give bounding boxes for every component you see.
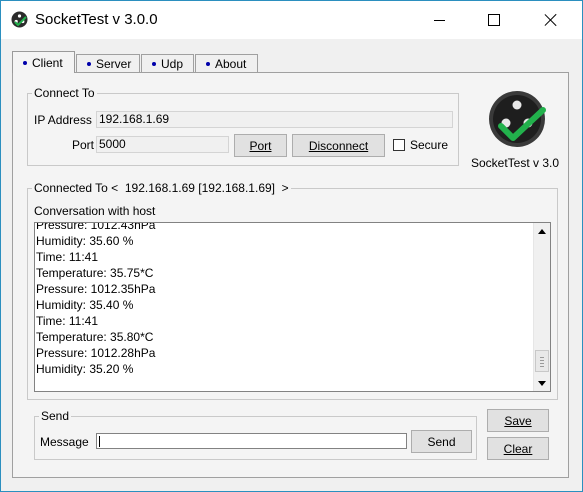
- clear-button-label: Clear: [503, 441, 533, 456]
- conversation-label: Conversation with host: [34, 204, 156, 218]
- conversation-line: Pressure: 1012.43hPa: [36, 222, 156, 232]
- app-icon: [11, 11, 28, 28]
- minimize-button[interactable]: [416, 1, 462, 39]
- send-button[interactable]: Send: [411, 430, 472, 453]
- close-button[interactable]: [528, 1, 574, 39]
- logo-caption: SocketTest v 3.0: [471, 156, 560, 170]
- tab-about[interactable]: About: [195, 54, 258, 73]
- tab-udp[interactable]: Udp: [141, 54, 194, 73]
- sockettest-logo-icon: [489, 91, 546, 147]
- text-caret: [99, 436, 100, 447]
- port-label: Port: [72, 138, 95, 152]
- tab-server[interactable]: Server: [76, 54, 140, 73]
- port-button[interactable]: Port: [234, 134, 287, 157]
- conversation-line: Temperature: 35.75*C: [36, 266, 154, 280]
- grip-line: [540, 357, 544, 358]
- close-icon: [544, 13, 558, 27]
- grip-line: [540, 363, 544, 364]
- disconnect-button-label: Disconnect: [308, 138, 369, 153]
- tab-client[interactable]: Client: [12, 51, 75, 73]
- port-field[interactable]: 5000: [96, 136, 229, 153]
- conversation-scrollbar[interactable]: [533, 223, 550, 391]
- message-input[interactable]: [96, 433, 407, 449]
- tab-dot-icon: [23, 60, 27, 65]
- conversation-line: Pressure: 1012.35hPa: [36, 282, 156, 296]
- connected-host-value: 192.168.1.69 [192.168.1.69]: [124, 181, 275, 195]
- window-title: SocketTest v 3.0.0: [35, 11, 158, 28]
- tab-dot-icon: [152, 62, 156, 66]
- connected-prefix: Connected To <: [34, 181, 119, 195]
- conversation-lines: Pressure: 1012.43hPa Humidity: 35.60 % T…: [36, 222, 531, 377]
- conversation-line: Temperature: 35.80*C: [36, 330, 154, 344]
- conversation-line: Time: 11:41: [36, 250, 99, 264]
- connect-to-legend: Connect To: [34, 86, 95, 100]
- conversation-line: Humidity: 35.60 %: [36, 234, 134, 248]
- tab-dot-icon: [206, 62, 210, 66]
- tab-label: Udp: [161, 57, 184, 71]
- message-label: Message: [40, 435, 89, 449]
- send-legend: Send: [41, 409, 70, 423]
- grip-line: [540, 360, 544, 361]
- connected-to-legend: Connected To < 192.168.1.69 [192.168.1.6…: [32, 181, 291, 195]
- tab-label: Server: [96, 57, 132, 71]
- connected-suffix: >: [281, 181, 289, 195]
- grip-line: [540, 366, 544, 367]
- app-window: SocketTest v 3.0.0 Client Server Udp Abo…: [0, 0, 583, 492]
- minimize-icon: [433, 19, 445, 21]
- clear-button[interactable]: Clear: [487, 437, 549, 460]
- secure-checkbox[interactable]: [393, 139, 405, 151]
- scroll-down-button[interactable]: [534, 375, 550, 391]
- port-button-label: Port: [249, 138, 272, 153]
- scroll-up-button[interactable]: [534, 223, 550, 239]
- conversation-line: Pressure: 1012.28hPa: [36, 346, 156, 360]
- conversation-line: Humidity: 35.40 %: [36, 298, 134, 312]
- title-bar: SocketTest v 3.0.0: [1, 1, 582, 39]
- maximize-button[interactable]: [471, 1, 517, 39]
- tab-dot-icon: [87, 62, 91, 66]
- secure-label: Secure: [410, 138, 449, 152]
- save-button[interactable]: Save: [487, 409, 549, 432]
- conversation-line: Time: 11:41: [36, 314, 99, 328]
- tab-label: Client: [32, 55, 63, 70]
- scroll-thumb[interactable]: [535, 350, 549, 372]
- ip-address-label: IP Address: [34, 113, 92, 127]
- conversation-line: Humidity: 35.20 %: [36, 362, 134, 376]
- save-button-label: Save: [504, 413, 532, 428]
- disconnect-button[interactable]: Disconnect: [292, 134, 385, 157]
- conversation-textarea[interactable]: Pressure: 1012.43hPa Humidity: 35.60 % T…: [34, 222, 551, 392]
- arrow-up-icon: [538, 228, 546, 234]
- tab-label: About: [215, 57, 247, 71]
- arrow-down-icon: [538, 380, 546, 386]
- ip-address-field[interactable]: 192.168.1.69: [96, 111, 453, 128]
- maximize-icon: [488, 14, 500, 26]
